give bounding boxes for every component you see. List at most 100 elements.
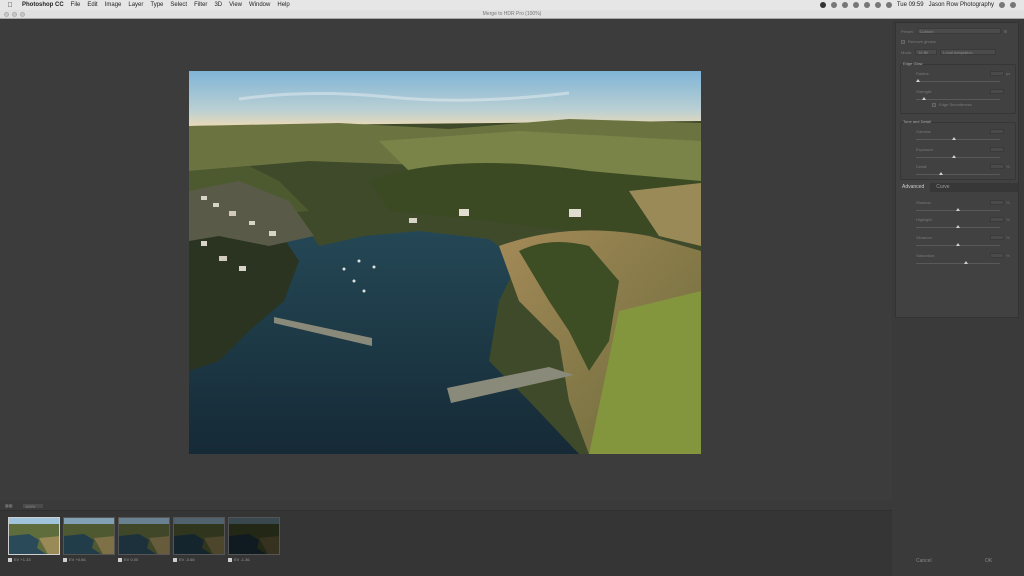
shadow-slider-thumb[interactable]	[956, 208, 960, 211]
filmstrip-thumbnail[interactable]: EV -0.66	[173, 517, 225, 562]
thumbnail-checkbox[interactable]	[173, 557, 177, 562]
exposure-value-label: EV 0.00	[124, 557, 139, 562]
shadow-slider[interactable]	[916, 208, 1000, 211]
highlight-slider-thumb[interactable]	[956, 225, 960, 228]
spotlight-icon[interactable]	[999, 2, 1005, 8]
exposure-value-label: EV +1.33	[14, 557, 31, 562]
saturation-value[interactable]	[990, 253, 1004, 258]
tab-advanced[interactable]: Advanced	[896, 183, 931, 192]
minimize-window-button[interactable]	[12, 12, 17, 17]
cancel-button[interactable]: Cancel	[916, 558, 932, 564]
close-window-button[interactable]	[4, 12, 9, 17]
menu-window[interactable]: Window	[249, 2, 270, 8]
thumbnail-caption: EV +0.66	[63, 557, 115, 562]
view-toggle-icon[interactable]: ▦▦	[5, 503, 13, 508]
filmstrip-thumbnail[interactable]: EV +0.66	[63, 517, 115, 562]
thumbnail-image[interactable]	[173, 517, 225, 555]
thumbnail-caption: EV -1.36	[228, 557, 280, 562]
edge-smoothness-checkbox[interactable]	[932, 102, 936, 107]
tone-detail-title: Tone and Detail	[903, 119, 931, 124]
wifi-icon[interactable]	[863, 2, 870, 8]
menu-file[interactable]: File	[71, 2, 81, 8]
window-title-bar: Merge to HDR Pro (100%)	[0, 10, 1024, 19]
detail-value[interactable]	[990, 164, 1004, 169]
menu-select[interactable]: Select	[170, 2, 187, 8]
exposure-value-label: EV +0.66	[69, 557, 86, 562]
thumbnail-checkbox[interactable]	[228, 557, 232, 562]
thumbnail-image[interactable]	[8, 517, 60, 555]
vibrance-unit: %	[1006, 235, 1010, 240]
menu-help[interactable]: Help	[277, 2, 289, 8]
notification-icon[interactable]	[1010, 2, 1016, 8]
gamma-slider-thumb[interactable]	[951, 137, 956, 140]
window-controls	[4, 12, 25, 17]
filmstrip-thumbnail[interactable]: EV +1.33	[8, 517, 60, 562]
volume-icon[interactable]	[874, 2, 881, 8]
exposure-value-label: EV -0.66	[179, 557, 195, 562]
menu-type[interactable]: Type	[150, 2, 163, 8]
menu-view[interactable]: View	[229, 2, 242, 8]
clock[interactable]: Tue 09:59	[897, 2, 924, 8]
gamma-value[interactable]	[990, 129, 1004, 134]
thumbnail-checkbox[interactable]	[8, 557, 12, 562]
exposure-slider[interactable]	[916, 155, 1000, 158]
detail-slider-thumb[interactable]	[939, 172, 944, 175]
thumbnail-checkbox[interactable]	[118, 557, 122, 562]
hdr-preview-image[interactable]	[189, 71, 701, 454]
cloud-icon[interactable]	[841, 2, 848, 8]
filmstrip-thumbnail[interactable]: EV 0.00	[118, 517, 170, 562]
preset-select[interactable]: Custom	[916, 28, 1001, 34]
strength-slider[interactable]	[916, 97, 1000, 100]
radius-slider-thumb[interactable]	[915, 79, 920, 82]
preset-menu-icon[interactable]: ☰	[1004, 29, 1008, 34]
menu-app[interactable]: Photoshop CC	[22, 2, 64, 8]
saturation-slider-thumb[interactable]	[964, 261, 969, 264]
menu-bar:  Photoshop CC File Edit Image Layer Typ…	[0, 0, 1024, 10]
filmstrip-toolbar: ▦▦ 100%	[0, 502, 892, 510]
bit-depth-select[interactable]: 16 Bit	[915, 49, 938, 55]
gamma-slider[interactable]	[916, 137, 1000, 140]
vibrance-slider[interactable]	[916, 243, 1000, 246]
zoom-select[interactable]: 100%	[22, 503, 44, 509]
vibrance-value[interactable]	[990, 235, 1004, 240]
saturation-slider[interactable]	[916, 261, 1000, 264]
menu-edit[interactable]: Edit	[87, 2, 97, 8]
sync-icon[interactable]	[830, 2, 837, 8]
detail-slider[interactable]	[916, 172, 1000, 175]
vibrance-slider-thumb[interactable]	[956, 243, 960, 246]
highlight-unit: %	[1006, 217, 1010, 222]
mode-row: Mode: 16 Bit Local Adaptation	[901, 49, 997, 55]
highlight-slider[interactable]	[916, 225, 1000, 228]
strength-value[interactable]	[990, 89, 1004, 94]
radius-slider[interactable]	[915, 79, 1000, 82]
thumbnail-image[interactable]	[228, 517, 280, 555]
menu-layer[interactable]: Layer	[128, 2, 143, 8]
thumbnail-image[interactable]	[63, 517, 115, 555]
menu-filter[interactable]: Filter	[194, 2, 207, 8]
gamma-label: Gamma:	[916, 129, 932, 134]
filmstrip-thumbnail[interactable]: EV -1.36	[228, 517, 280, 562]
remove-ghosts-checkbox[interactable]	[901, 39, 905, 44]
ok-button[interactable]: OK	[985, 558, 992, 564]
strength-slider-thumb[interactable]	[922, 97, 927, 100]
highlight-value[interactable]	[990, 217, 1004, 222]
method-select[interactable]: Local Adaptation	[940, 49, 997, 55]
radius-value[interactable]	[990, 71, 1004, 76]
zoom-window-button[interactable]	[20, 12, 25, 17]
harbor-landscape-photo	[189, 71, 701, 454]
menu-3d[interactable]: 3D	[214, 2, 222, 8]
shadow-value[interactable]	[990, 200, 1004, 205]
bluetooth-icon[interactable]	[852, 2, 859, 8]
status-app-icon[interactable]	[819, 2, 826, 8]
shadow-unit: %	[1006, 200, 1010, 205]
thumbnail-photo	[9, 518, 59, 554]
thumbnail-image[interactable]	[118, 517, 170, 555]
battery-icon[interactable]	[885, 2, 892, 8]
thumbnail-checkbox[interactable]	[63, 557, 67, 562]
apple-icon[interactable]: 	[6, 2, 14, 9]
tab-curve[interactable]: Curve	[930, 183, 955, 192]
exposure-value[interactable]	[990, 147, 1004, 152]
user-name[interactable]: Jason Row Photography	[929, 2, 994, 8]
menu-image[interactable]: Image	[105, 2, 122, 8]
exposure-slider-thumb[interactable]	[951, 155, 956, 158]
